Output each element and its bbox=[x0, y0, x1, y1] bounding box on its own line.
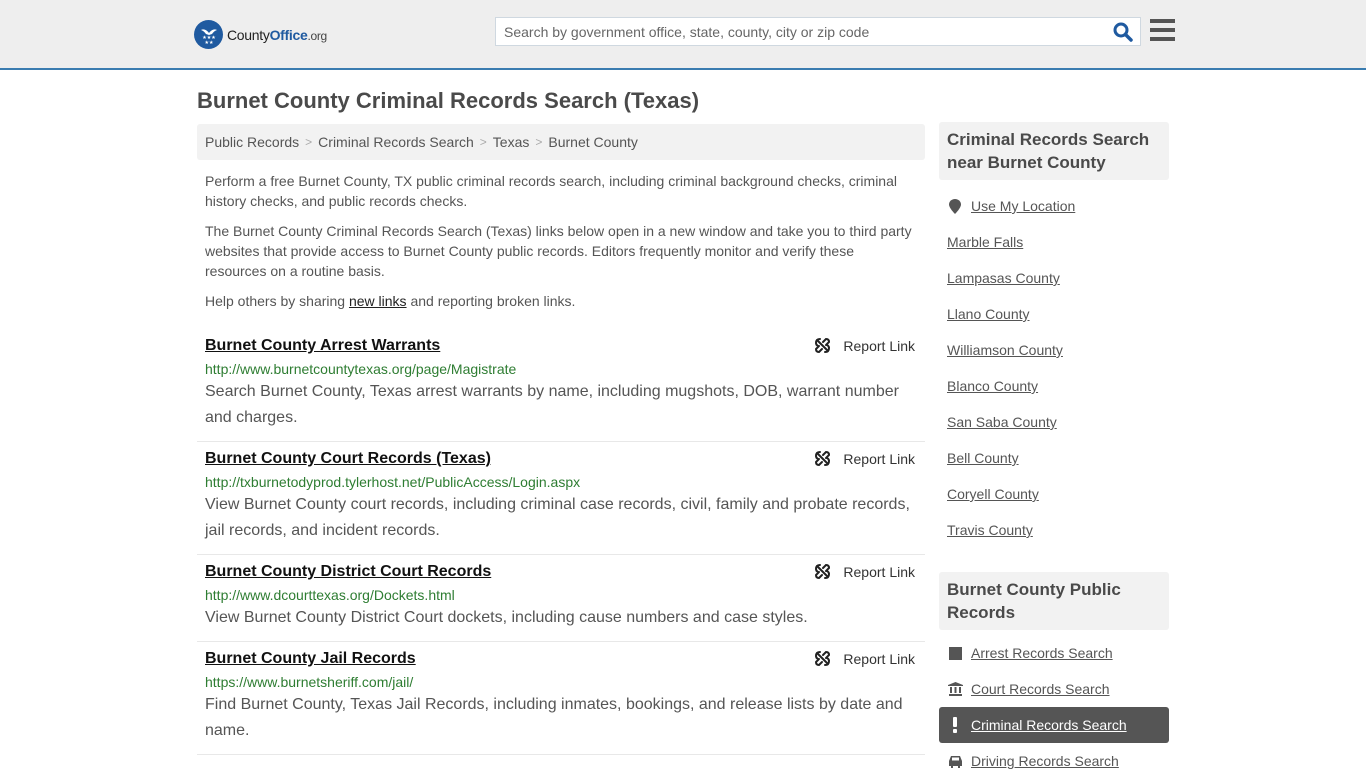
exclamation-icon bbox=[947, 717, 963, 733]
nearby-item: Marble Falls bbox=[939, 224, 1169, 260]
broken-link-icon bbox=[815, 563, 831, 580]
nearby-item: Blanco County bbox=[939, 368, 1169, 404]
intro-text: Perform a free Burnet County, TX public … bbox=[197, 171, 925, 311]
public-record-link[interactable]: Arrest Records Search bbox=[971, 645, 1113, 661]
intro-paragraph: The Burnet County Criminal Records Searc… bbox=[205, 223, 912, 279]
result-description: Search Burnet County, Texas arrest warra… bbox=[205, 383, 899, 426]
broken-link-icon bbox=[815, 450, 831, 467]
report-link-button[interactable]: Report Link bbox=[814, 450, 915, 467]
public-record-item-driving: Driving Records Search bbox=[939, 743, 1169, 779]
nearby-link[interactable]: San Saba County bbox=[947, 414, 1057, 430]
public-record-link[interactable]: Court Records Search bbox=[971, 681, 1110, 697]
result-url: http://txburnetodyprod.tylerhost.net/Pub… bbox=[205, 474, 581, 490]
site-search bbox=[495, 17, 1141, 46]
menu-bar bbox=[1150, 37, 1175, 41]
car-icon bbox=[947, 755, 963, 768]
nearby-item: Coryell County bbox=[939, 476, 1169, 512]
use-my-location-item: Use My Location bbox=[939, 188, 1169, 224]
nearby-item: Bell County bbox=[939, 440, 1169, 476]
square-icon bbox=[947, 646, 963, 660]
breadcrumb-public-records[interactable]: Public Records bbox=[205, 134, 299, 150]
sidebar-nearby: Criminal Records Search near Burnet Coun… bbox=[939, 122, 1169, 548]
nearby-item: Llano County bbox=[939, 296, 1169, 332]
result-url: http://www.burnetcountytexas.org/page/Ma… bbox=[205, 361, 517, 377]
public-record-link[interactable]: Driving Records Search bbox=[971, 753, 1119, 769]
nearby-link[interactable]: Blanco County bbox=[947, 378, 1038, 394]
result-item: Burnet County Court Records (Texas) http… bbox=[197, 442, 925, 555]
result-description: View Burnet County District Court docket… bbox=[205, 609, 808, 626]
nearby-item: Travis County bbox=[939, 512, 1169, 548]
menu-bar bbox=[1150, 19, 1175, 23]
nearby-link[interactable]: Williamson County bbox=[947, 342, 1063, 358]
broken-link-icon bbox=[815, 650, 831, 667]
page-title: Burnet County Criminal Records Search (T… bbox=[197, 88, 700, 113]
nearby-link[interactable]: Bell County bbox=[947, 450, 1019, 466]
sidebar-public-records: Burnet County Public Records Arrest Reco… bbox=[939, 572, 1169, 779]
sidebar-heading-nearby: Criminal Records Search near Burnet Coun… bbox=[939, 122, 1169, 180]
result-description: Find Burnet County, Texas Jail Records, … bbox=[205, 696, 903, 739]
broken-link-icon bbox=[815, 337, 831, 354]
use-my-location-link[interactable]: Use My Location bbox=[971, 198, 1075, 214]
map-marker-icon bbox=[947, 198, 963, 214]
breadcrumb-separator: > bbox=[535, 135, 543, 149]
report-link-button[interactable]: Report Link bbox=[814, 563, 915, 580]
result-item: Burnet County Arrest Warrants http://www… bbox=[197, 329, 925, 442]
nearby-link[interactable]: Llano County bbox=[947, 306, 1030, 322]
new-links-link[interactable]: new links bbox=[349, 293, 407, 309]
breadcrumb-criminal-records-search[interactable]: Criminal Records Search bbox=[318, 134, 474, 150]
main-content: Public Records > Criminal Records Search… bbox=[197, 124, 925, 755]
nearby-link[interactable]: Coryell County bbox=[947, 486, 1039, 502]
result-item: Burnet County Jail Records https://www.b… bbox=[197, 642, 925, 755]
nearby-item: Williamson County bbox=[939, 332, 1169, 368]
result-title-link[interactable]: Burnet County Court Records (Texas) bbox=[205, 448, 491, 470]
intro-paragraph: Perform a free Burnet County, TX public … bbox=[205, 173, 897, 209]
public-record-item-arrest: Arrest Records Search bbox=[939, 635, 1169, 671]
nearby-list: Use My Location Marble Falls Lampasas Co… bbox=[939, 188, 1169, 548]
public-record-item-criminal: Criminal Records Search bbox=[939, 707, 1169, 743]
search-input[interactable] bbox=[496, 18, 1096, 45]
result-item: Burnet County District Court Records htt… bbox=[197, 555, 925, 642]
public-records-list: Arrest Records Search Court Records Sear… bbox=[939, 635, 1169, 779]
site-logo[interactable]: ★★★ ★★ CountyOffice.org bbox=[194, 20, 327, 49]
nearby-link[interactable]: Lampasas County bbox=[947, 270, 1060, 286]
breadcrumb: Public Records > Criminal Records Search… bbox=[197, 124, 925, 160]
breadcrumb-separator: > bbox=[479, 135, 487, 149]
results-list: Burnet County Arrest Warrants http://www… bbox=[197, 329, 925, 755]
result-title-link[interactable]: Burnet County Jail Records bbox=[205, 648, 416, 670]
logo-text: CountyOffice.org bbox=[227, 26, 327, 43]
result-url: https://www.burnetsheriff.com/jail/ bbox=[205, 674, 414, 690]
breadcrumb-burnet-county[interactable]: Burnet County bbox=[548, 134, 638, 150]
nearby-item: San Saba County bbox=[939, 404, 1169, 440]
hamburger-menu-button[interactable] bbox=[1150, 19, 1175, 41]
menu-bar bbox=[1150, 28, 1175, 32]
breadcrumb-separator: > bbox=[305, 135, 313, 149]
nearby-link[interactable]: Marble Falls bbox=[947, 234, 1023, 250]
report-link-button[interactable]: Report Link bbox=[814, 337, 915, 354]
svg-text:★★: ★★ bbox=[204, 40, 213, 46]
report-link-button[interactable]: Report Link bbox=[814, 650, 915, 667]
result-title-link[interactable]: Burnet County Arrest Warrants bbox=[205, 335, 440, 357]
courthouse-icon bbox=[947, 682, 963, 696]
share-links-paragraph: Help others by sharing new links and rep… bbox=[205, 293, 576, 309]
search-button[interactable] bbox=[1112, 21, 1134, 43]
site-header: ★★★ ★★ CountyOffice.org bbox=[0, 0, 1366, 70]
eagle-stars-logo-icon: ★★★ ★★ bbox=[194, 20, 223, 49]
nearby-item: Lampasas County bbox=[939, 260, 1169, 296]
result-url: http://www.dcourttexas.org/Dockets.html bbox=[205, 587, 455, 603]
result-title-link[interactable]: Burnet County District Court Records bbox=[205, 561, 491, 583]
result-description: View Burnet County court records, includ… bbox=[205, 496, 910, 539]
search-icon bbox=[1113, 22, 1133, 42]
breadcrumb-texas[interactable]: Texas bbox=[493, 134, 530, 150]
nearby-link[interactable]: Travis County bbox=[947, 522, 1033, 538]
sidebar-heading-public-records: Burnet County Public Records bbox=[939, 572, 1169, 630]
public-record-link[interactable]: Criminal Records Search bbox=[971, 717, 1127, 733]
public-record-item-court: Court Records Search bbox=[939, 671, 1169, 707]
